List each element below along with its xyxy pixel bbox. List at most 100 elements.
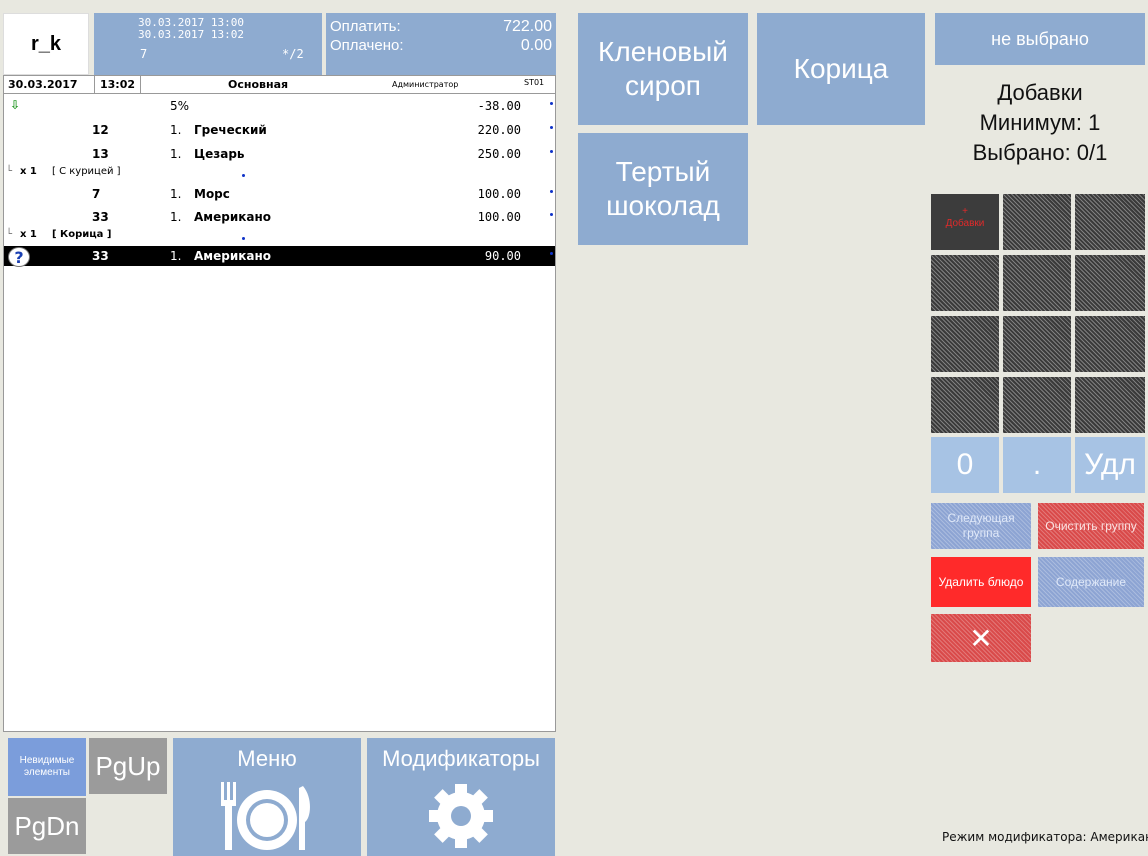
- group-cell-additions[interactable]: + Добавки: [931, 194, 999, 250]
- group-cell-empty[interactable]: [1075, 377, 1145, 433]
- page-up-button[interactable]: PgUp: [89, 738, 167, 794]
- row-marker-icon: [242, 237, 245, 240]
- row-marker-icon: [550, 252, 553, 255]
- item-price: 100.00: [477, 187, 521, 201]
- payment-summary: Оплатить: 722.00 Оплачено: 0.00: [326, 13, 556, 75]
- modifier-cinnamon-button[interactable]: Корица: [757, 13, 925, 125]
- item-price: 90.00: [484, 249, 521, 263]
- item-qty: 1.: [170, 187, 182, 201]
- group-title: Добавки: [997, 80, 1083, 105]
- order-item-row[interactable]: 13 1. Цезарь 250.00: [4, 144, 555, 164]
- group-cell-empty[interactable]: [1003, 255, 1071, 311]
- group-selected-count: Выбрано: 0/1: [972, 140, 1108, 165]
- modifiers-button[interactable]: Модификаторы: [367, 738, 555, 856]
- item-code: 7: [92, 187, 101, 201]
- gear-icon: [429, 784, 493, 848]
- item-price: 250.00: [477, 147, 521, 161]
- order-dates-panel: 30.03.2017 13:00 30.03.2017 13:02 7 */2: [94, 13, 322, 75]
- discount-label: 5%: [170, 99, 190, 113]
- order-item-row-selected[interactable]: ? 33 1. Американо 90.00: [4, 246, 555, 267]
- discount-value: -38.00: [477, 99, 521, 113]
- item-code: 33: [92, 249, 109, 263]
- question-icon[interactable]: ?: [8, 247, 30, 267]
- app-logo: r_k: [3, 13, 89, 75]
- selected-modifier-field[interactable]: не выбрано: [935, 13, 1145, 65]
- invisible-elements-button[interactable]: Невидимые элементы: [8, 738, 86, 796]
- arrow-down-icon: ⇩: [10, 98, 21, 112]
- key-dot-button[interactable]: .: [1003, 437, 1071, 493]
- order-item-row[interactable]: 12 1. Греческий 220.00: [4, 120, 555, 140]
- item-qty: 1.: [170, 147, 182, 161]
- guest-count: */2: [282, 47, 304, 61]
- modifier-row[interactable]: └ x 1 [ С курицей ]: [4, 166, 555, 180]
- group-cell-empty[interactable]: [931, 255, 999, 311]
- item-name: Греческий: [194, 123, 267, 137]
- delete-dish-button[interactable]: Удалить блюдо: [931, 557, 1031, 607]
- tree-branch-icon: └: [6, 166, 13, 177]
- waiter-name: Администратор: [392, 80, 459, 89]
- group-cell-empty[interactable]: [1003, 194, 1071, 250]
- item-price: 100.00: [477, 210, 521, 224]
- group-cell-empty[interactable]: [1003, 316, 1071, 372]
- group-cell-empty[interactable]: [1003, 377, 1071, 433]
- row-marker-icon: [550, 126, 553, 129]
- clear-group-button[interactable]: Очистить группу: [1038, 503, 1144, 549]
- pay-value: 722.00: [503, 18, 552, 35]
- modifier-row[interactable]: └ x 1 [ Корица ]: [4, 229, 555, 243]
- item-name: Американо: [194, 210, 272, 224]
- modifier-maple-syrup-button[interactable]: Кленовый сироп: [578, 13, 748, 125]
- close-icon[interactable]: ✕: [931, 614, 1031, 662]
- item-qty: 1.: [170, 123, 182, 137]
- item-qty: 1.: [170, 249, 182, 263]
- order-header: 30.03.2017 13:02 Основная Администратор …: [4, 76, 555, 94]
- row-marker-icon: [550, 213, 553, 216]
- order-date: 30.03.2017: [8, 78, 78, 91]
- status-bar: Режим модификатора: Американо: [942, 830, 1148, 844]
- key-delete-button[interactable]: Удл: [1075, 437, 1145, 493]
- modifier-group-info: Добавки Минимум: 1 Выбрано: 0/1: [935, 78, 1145, 168]
- row-marker-icon: [242, 174, 245, 177]
- discount-row[interactable]: ⇩ 5% -38.00: [4, 96, 555, 116]
- modifier-name: [ Корица ]: [52, 229, 112, 240]
- menu-label: Меню: [237, 746, 297, 771]
- order-item-row[interactable]: 33 1. Американо 100.00: [4, 207, 555, 227]
- order-item-row[interactable]: 7 1. Морс 100.00: [4, 184, 555, 204]
- item-name: Цезарь: [194, 147, 245, 161]
- row-marker-icon: [550, 190, 553, 193]
- group-cell-label: Добавки: [945, 218, 985, 229]
- contents-button[interactable]: Содержание: [1038, 557, 1144, 607]
- modifier-grated-chocolate-button[interactable]: Тертый шоколад: [578, 133, 748, 245]
- order-time: 13:02: [100, 78, 136, 91]
- item-name: Морс: [194, 187, 230, 201]
- key-zero-button[interactable]: 0: [931, 437, 999, 493]
- next-group-button[interactable]: Следующая группа: [931, 503, 1031, 549]
- order-list[interactable]: 30.03.2017 13:02 Основная Администратор …: [3, 75, 556, 732]
- menu-button[interactable]: Меню: [173, 738, 361, 856]
- group-cell-empty[interactable]: [1075, 316, 1145, 372]
- page-down-button[interactable]: PgDn: [8, 798, 86, 854]
- item-qty: 1.: [170, 210, 182, 224]
- group-cell-empty[interactable]: [931, 316, 999, 372]
- row-marker-icon: [550, 150, 553, 153]
- order-current-date: 30.03.2017 13:02: [138, 28, 244, 41]
- paid-value: 0.00: [520, 37, 552, 54]
- group-cell-empty[interactable]: [1075, 255, 1145, 311]
- group-cell-mark: +: [962, 206, 968, 217]
- item-price: 220.00: [477, 123, 521, 137]
- item-code: 12: [92, 123, 109, 137]
- group-minimum: Минимум: 1: [979, 110, 1101, 135]
- row-marker-icon: [550, 102, 553, 105]
- tree-branch-icon: └: [6, 229, 13, 240]
- modifier-qty: x 1: [20, 229, 37, 240]
- paid-label: Оплачено:: [330, 37, 404, 54]
- modifier-qty: x 1: [20, 166, 37, 177]
- order-type: Основная: [228, 78, 289, 91]
- group-cell-empty[interactable]: [931, 377, 999, 433]
- item-code: 33: [92, 210, 109, 224]
- group-cell-empty[interactable]: [1075, 194, 1145, 250]
- table-number: 7: [140, 47, 148, 61]
- station-id: ST01: [524, 78, 545, 87]
- plate-cutlery-icon: [221, 782, 310, 850]
- modifiers-label: Модификаторы: [382, 746, 540, 771]
- item-code: 13: [92, 147, 109, 161]
